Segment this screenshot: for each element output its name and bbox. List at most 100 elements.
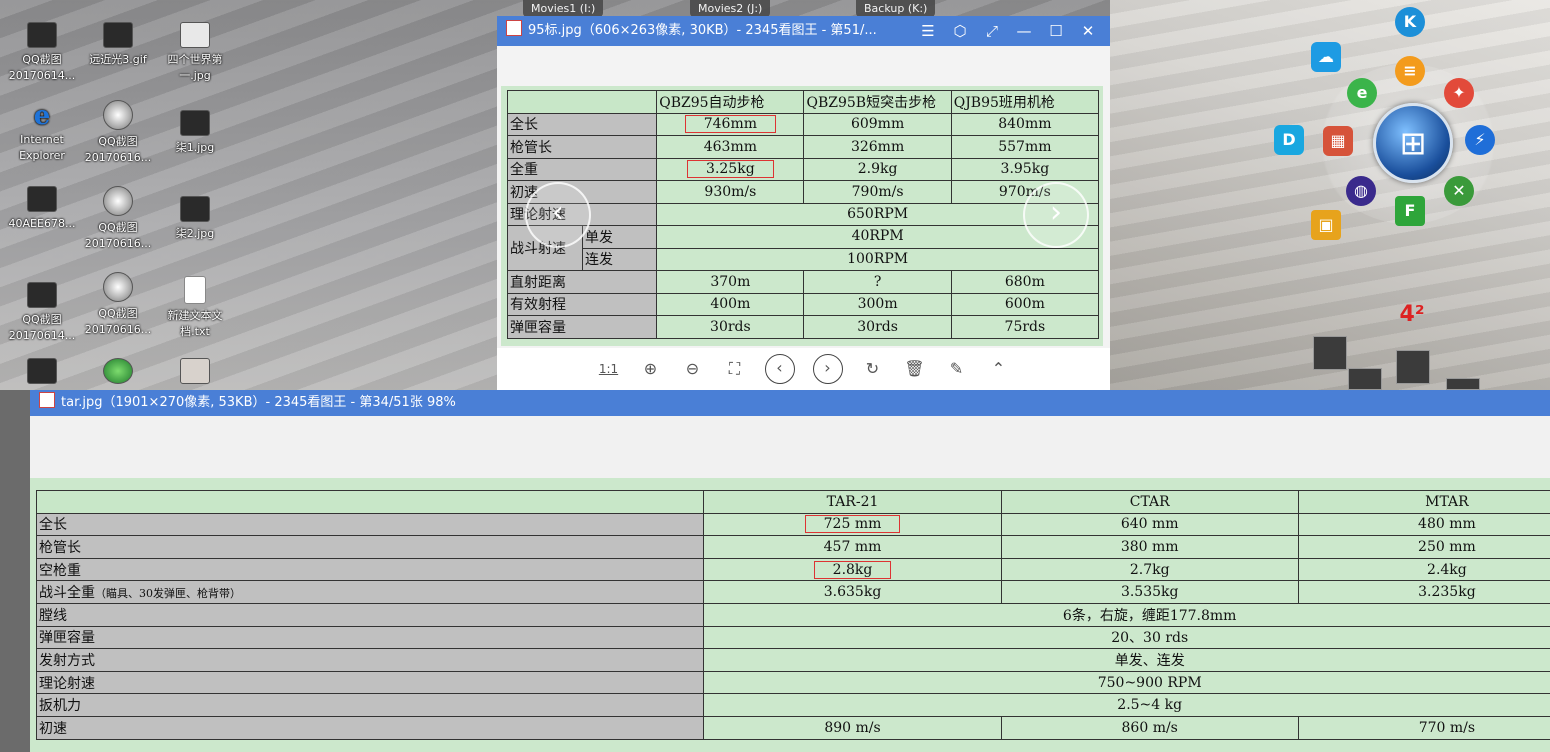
window-2-titlebar[interactable]: tar.jpg（1901×270像素, 53KB）- 2345看图王 - 第34… (30, 390, 1550, 416)
table-row: 全长 725 mm 640 mm 480 mm (35, 512, 1550, 537)
image-thumbnail-icon (180, 358, 210, 384)
image-thumbnail-icon (180, 110, 210, 136)
rotate-icon[interactable]: ↻ (857, 353, 889, 385)
window-app-icon[interactable]: ▣ (1311, 210, 1341, 240)
desktop-icon[interactable]: QQ截图 20170616... (80, 272, 156, 338)
drive-tab-movies2[interactable]: Movies2 (J:) (690, 0, 771, 17)
collapse-up-icon[interactable]: ⌃ (983, 353, 1015, 385)
image-thumbnail-icon (103, 100, 133, 130)
table-header-cell: QJB95班用机枪 (950, 90, 1100, 114)
minimize-icon[interactable]: — (1008, 16, 1040, 46)
desktop-icon-label: 四个世界第一.jpg (167, 53, 223, 82)
table-row: 理论射速 650RPM (506, 202, 1099, 226)
zoom-out-icon[interactable]: ⊖ (677, 353, 709, 385)
desktop-icon[interactable]: QQ截图 20170616... (80, 186, 156, 252)
windows-start-orb-icon[interactable]: ⊞ (1373, 103, 1453, 183)
delete-icon[interactable]: 🗑 (899, 353, 931, 385)
desktop-icon-label: 柒2.jpg (175, 227, 215, 240)
next-image-arrow-icon[interactable]: › (1023, 182, 1089, 248)
row-label: 全长 (506, 112, 658, 136)
close-icon[interactable]: ✕ (1072, 16, 1104, 46)
span-value: 6条，右旋，缠距177.8mm (1062, 607, 1237, 624)
table-header-cell: QBZ95B短突击步枪 (803, 90, 952, 114)
desktop-icon[interactable]: QQ截图 20170616... (80, 100, 156, 166)
fullscreen-icon[interactable]: ⤢ (976, 16, 1008, 46)
game-logo-icon[interactable]: 4² (1397, 300, 1427, 330)
tar21-spec-table: TAR-21 CTAR MTAR 全长 725 mm 640 mm 480 mm… (35, 490, 1550, 740)
table-cell: 单发、连发 (703, 648, 1550, 672)
menu-icon[interactable]: ☰ (912, 16, 944, 46)
table-header-cell: MTAR (1297, 490, 1550, 514)
next-icon[interactable]: › (812, 354, 843, 384)
desktop-icon[interactable]: 新建文本文档.txt (157, 276, 233, 340)
zoom-in-icon[interactable]: ⊕ (635, 353, 667, 385)
colorful-app-icon[interactable]: ✦ (1444, 78, 1474, 108)
desktop-icon[interactable]: QQ截图 20170614... (4, 282, 80, 344)
table-cell: 640 mm (1000, 512, 1299, 537)
table-cell: 930m/s (656, 180, 805, 204)
game-shortcut-icon[interactable] (1446, 378, 1480, 390)
fit-window-icon[interactable]: ⛶ (719, 353, 751, 385)
d-app-icon[interactable]: D (1274, 125, 1304, 155)
f-app-icon[interactable]: F (1395, 196, 1425, 226)
edit-icon[interactable]: ✎ (941, 353, 973, 385)
game-shortcut-icon[interactable] (1348, 368, 1382, 390)
image-thumbnail-icon (27, 282, 57, 308)
desktop-icon-ie[interactable]: e Internet Explorer (4, 103, 80, 164)
globe-app-icon[interactable]: ◍ (1346, 176, 1376, 206)
store-app-icon[interactable]: ▦ (1323, 126, 1353, 156)
desktop-icon[interactable]: 远近光3.gif (80, 22, 156, 68)
desktop-icon-label: 40AEE678... (8, 217, 76, 230)
row-label: 弹匣容量 (506, 315, 658, 339)
desktop-icon[interactable] (157, 358, 233, 388)
drive-tab-backup[interactable]: Backup (K:) (856, 0, 936, 17)
previous-image-arrow-icon[interactable]: ‹ (525, 182, 591, 248)
desktop-icon[interactable] (4, 358, 80, 388)
xbox-app-icon[interactable]: ✕ (1444, 176, 1474, 206)
image-thumbnail-icon (103, 186, 133, 216)
game-shortcut-icon[interactable] (1313, 336, 1347, 370)
row-label: 发射方式 (35, 648, 705, 672)
image-canvas-1: QBZ95自动步枪 QBZ95B短突击步枪 QJB95班用机枪 全长 746mm… (501, 86, 1103, 346)
table-cell: 2.9kg (803, 157, 952, 181)
previous-icon[interactable]: ‹ (764, 354, 795, 384)
image-thumbnail-icon (27, 22, 57, 48)
cloud-app-icon[interactable]: ☁ (1311, 42, 1341, 72)
image-thumbnail-icon (180, 22, 210, 48)
image-thumbnail-icon (103, 272, 133, 302)
table-row: 枪管长 463mm 326mm 557mm (506, 135, 1100, 159)
desktop-icon[interactable]: 柒1.jpg (157, 110, 233, 156)
image-viewer-window-1: 95标.jpg（606×263像素, 30KB）- 2345看图王 - 第51/… (497, 16, 1110, 390)
highlighted-value: 3.25kg (687, 160, 774, 179)
table-row: 弹匣容量 20、30 rds (35, 625, 1550, 650)
desktop-icon[interactable]: 四个世界第一.jpg (157, 22, 233, 84)
table-header-cell: QBZ95自动步枪 (656, 90, 805, 114)
image-viewer-window-2: tar.jpg（1901×270像素, 53KB）- 2345看图王 - 第34… (30, 390, 1550, 752)
desktop-icon[interactable]: 40AEE678... (4, 186, 80, 232)
desktop-icon[interactable]: 柒2.jpg (157, 196, 233, 242)
maximize-icon[interactable]: ☐ (1040, 16, 1072, 46)
app-icon (103, 358, 133, 384)
table-row: 枪管长 457 mm 380 mm 250 mm (35, 535, 1550, 559)
table-header-cell (35, 490, 705, 514)
table-row: 初速 890 m/s 860 m/s 770 m/s (35, 715, 1550, 740)
table-cell: 770 m/s (1297, 715, 1550, 740)
row-label: 直射距离 (506, 270, 658, 294)
desktop-icon[interactable] (80, 358, 156, 388)
window-1-titlebar[interactable]: 95标.jpg（606×263像素, 30KB）- 2345看图王 - 第51/… (497, 16, 1110, 46)
game-shortcut-icon[interactable] (1396, 350, 1430, 384)
k-app-icon[interactable]: K (1395, 7, 1425, 37)
table-cell: 557mm (950, 135, 1100, 159)
lightning-app-icon[interactable]: ⚡ (1465, 125, 1495, 155)
desktop-icon-label: Internet Explorer (19, 133, 65, 162)
menu-app-icon[interactable]: ≡ (1395, 56, 1425, 86)
desktop-left-edge (0, 390, 30, 752)
row-label: 扳机力 (35, 693, 705, 717)
actual-size-button[interactable]: 1:1 (593, 353, 625, 385)
browser-e-icon[interactable]: e (1347, 78, 1377, 108)
table-cell: 890 m/s (703, 715, 1002, 740)
desktop-icon[interactable]: QQ截图 20170614... (4, 22, 80, 84)
drive-tab-movies1[interactable]: Movies1 (I:) (523, 0, 604, 17)
window-2-title: tar.jpg（1901×270像素, 53KB）- 2345看图王 - 第34… (61, 395, 456, 410)
skin-icon[interactable]: ⬡ (944, 16, 976, 46)
